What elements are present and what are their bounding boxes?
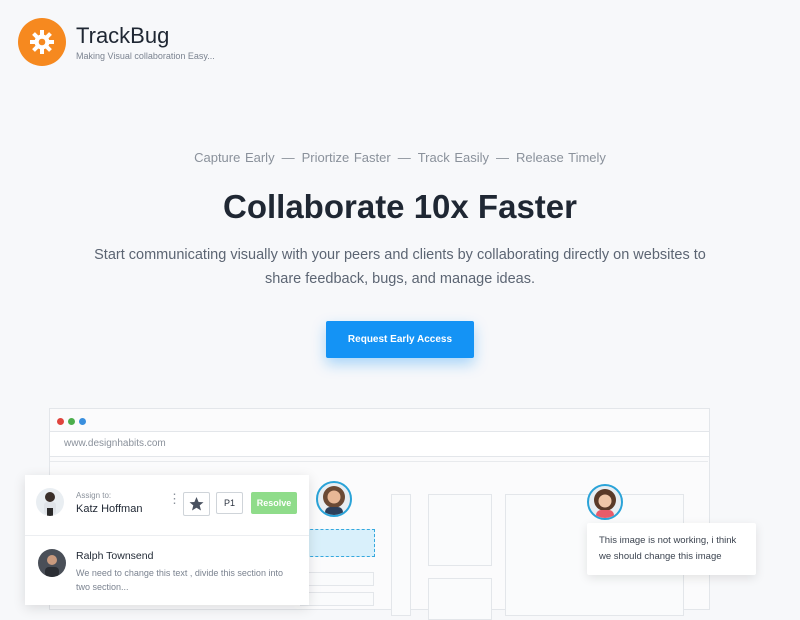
avatar[interactable] [587,484,623,520]
workflow-steps: Capture Early — Priortize Faster — Track Eas… [0,150,800,165]
selection-highlight[interactable] [305,529,375,557]
assignee-avatar[interactable] [36,488,64,516]
step-prioritize: Priortize Faster [301,150,391,165]
step-separator: — [281,150,295,165]
window-controls [57,418,86,425]
priority-button[interactable]: P1 [216,492,243,514]
brand-tagline: Making Visual collaboration Easy... [76,51,215,61]
person-icon [594,489,616,518]
wireframe-block [428,578,492,620]
avatar[interactable] [316,481,352,517]
commenter-avatar[interactable] [38,549,66,577]
hero-subtitle: Start communicating visually with your p… [94,247,706,287]
wireframe-column [391,494,411,616]
person-icon [44,492,56,516]
minimize-dot-icon [79,418,86,425]
address-bar-url: www.designhabits.com [64,438,166,449]
star-icon [189,497,204,511]
gear-icon [30,30,54,54]
step-capture: Capture Early [194,150,275,165]
step-release: Release Timely [516,150,606,165]
comment-bubble-text: This image is not working, i think we sh… [599,535,737,562]
comment-author: Ralph Townsend [76,550,154,562]
person-icon [323,486,345,515]
comment-bubble[interactable]: This image is not working, i think we sh… [587,523,756,575]
step-separator: — [397,150,411,165]
request-access-button[interactable]: Request Early Access [326,321,474,358]
close-dot-icon [57,418,64,425]
address-bar[interactable]: www.designhabits.com [50,431,709,457]
step-track: Track Easily [417,150,490,165]
brand-title: TrackBug [76,23,170,48]
page-title: Collaborate 10x Faster [223,188,577,225]
task-card-header: Assign to: Katz Hoffman ⋮ P1 Resolve [25,475,309,536]
task-card: Assign to: Katz Hoffman ⋮ P1 Resolve Ral… [25,475,309,605]
comment-text: We need to change this text , divide thi… [76,568,283,592]
wireframe-line [300,592,374,606]
maximize-dot-icon [68,418,75,425]
brand: TrackBug Making Visual collaboration Eas… [76,23,215,61]
step-separator: — [496,150,510,165]
assign-label: Assign to: [76,491,112,500]
wireframe-line [300,572,374,586]
star-button[interactable] [183,492,210,516]
wireframe-block [428,494,492,566]
header: TrackBug Making Visual collaboration Eas… [18,18,215,66]
logo[interactable] [18,18,66,66]
assignee-name[interactable]: Katz Hoffman [76,503,142,515]
kebab-menu-icon[interactable]: ⋮ [168,492,181,505]
resolve-button[interactable]: Resolve [251,492,297,514]
person-icon [38,549,66,577]
